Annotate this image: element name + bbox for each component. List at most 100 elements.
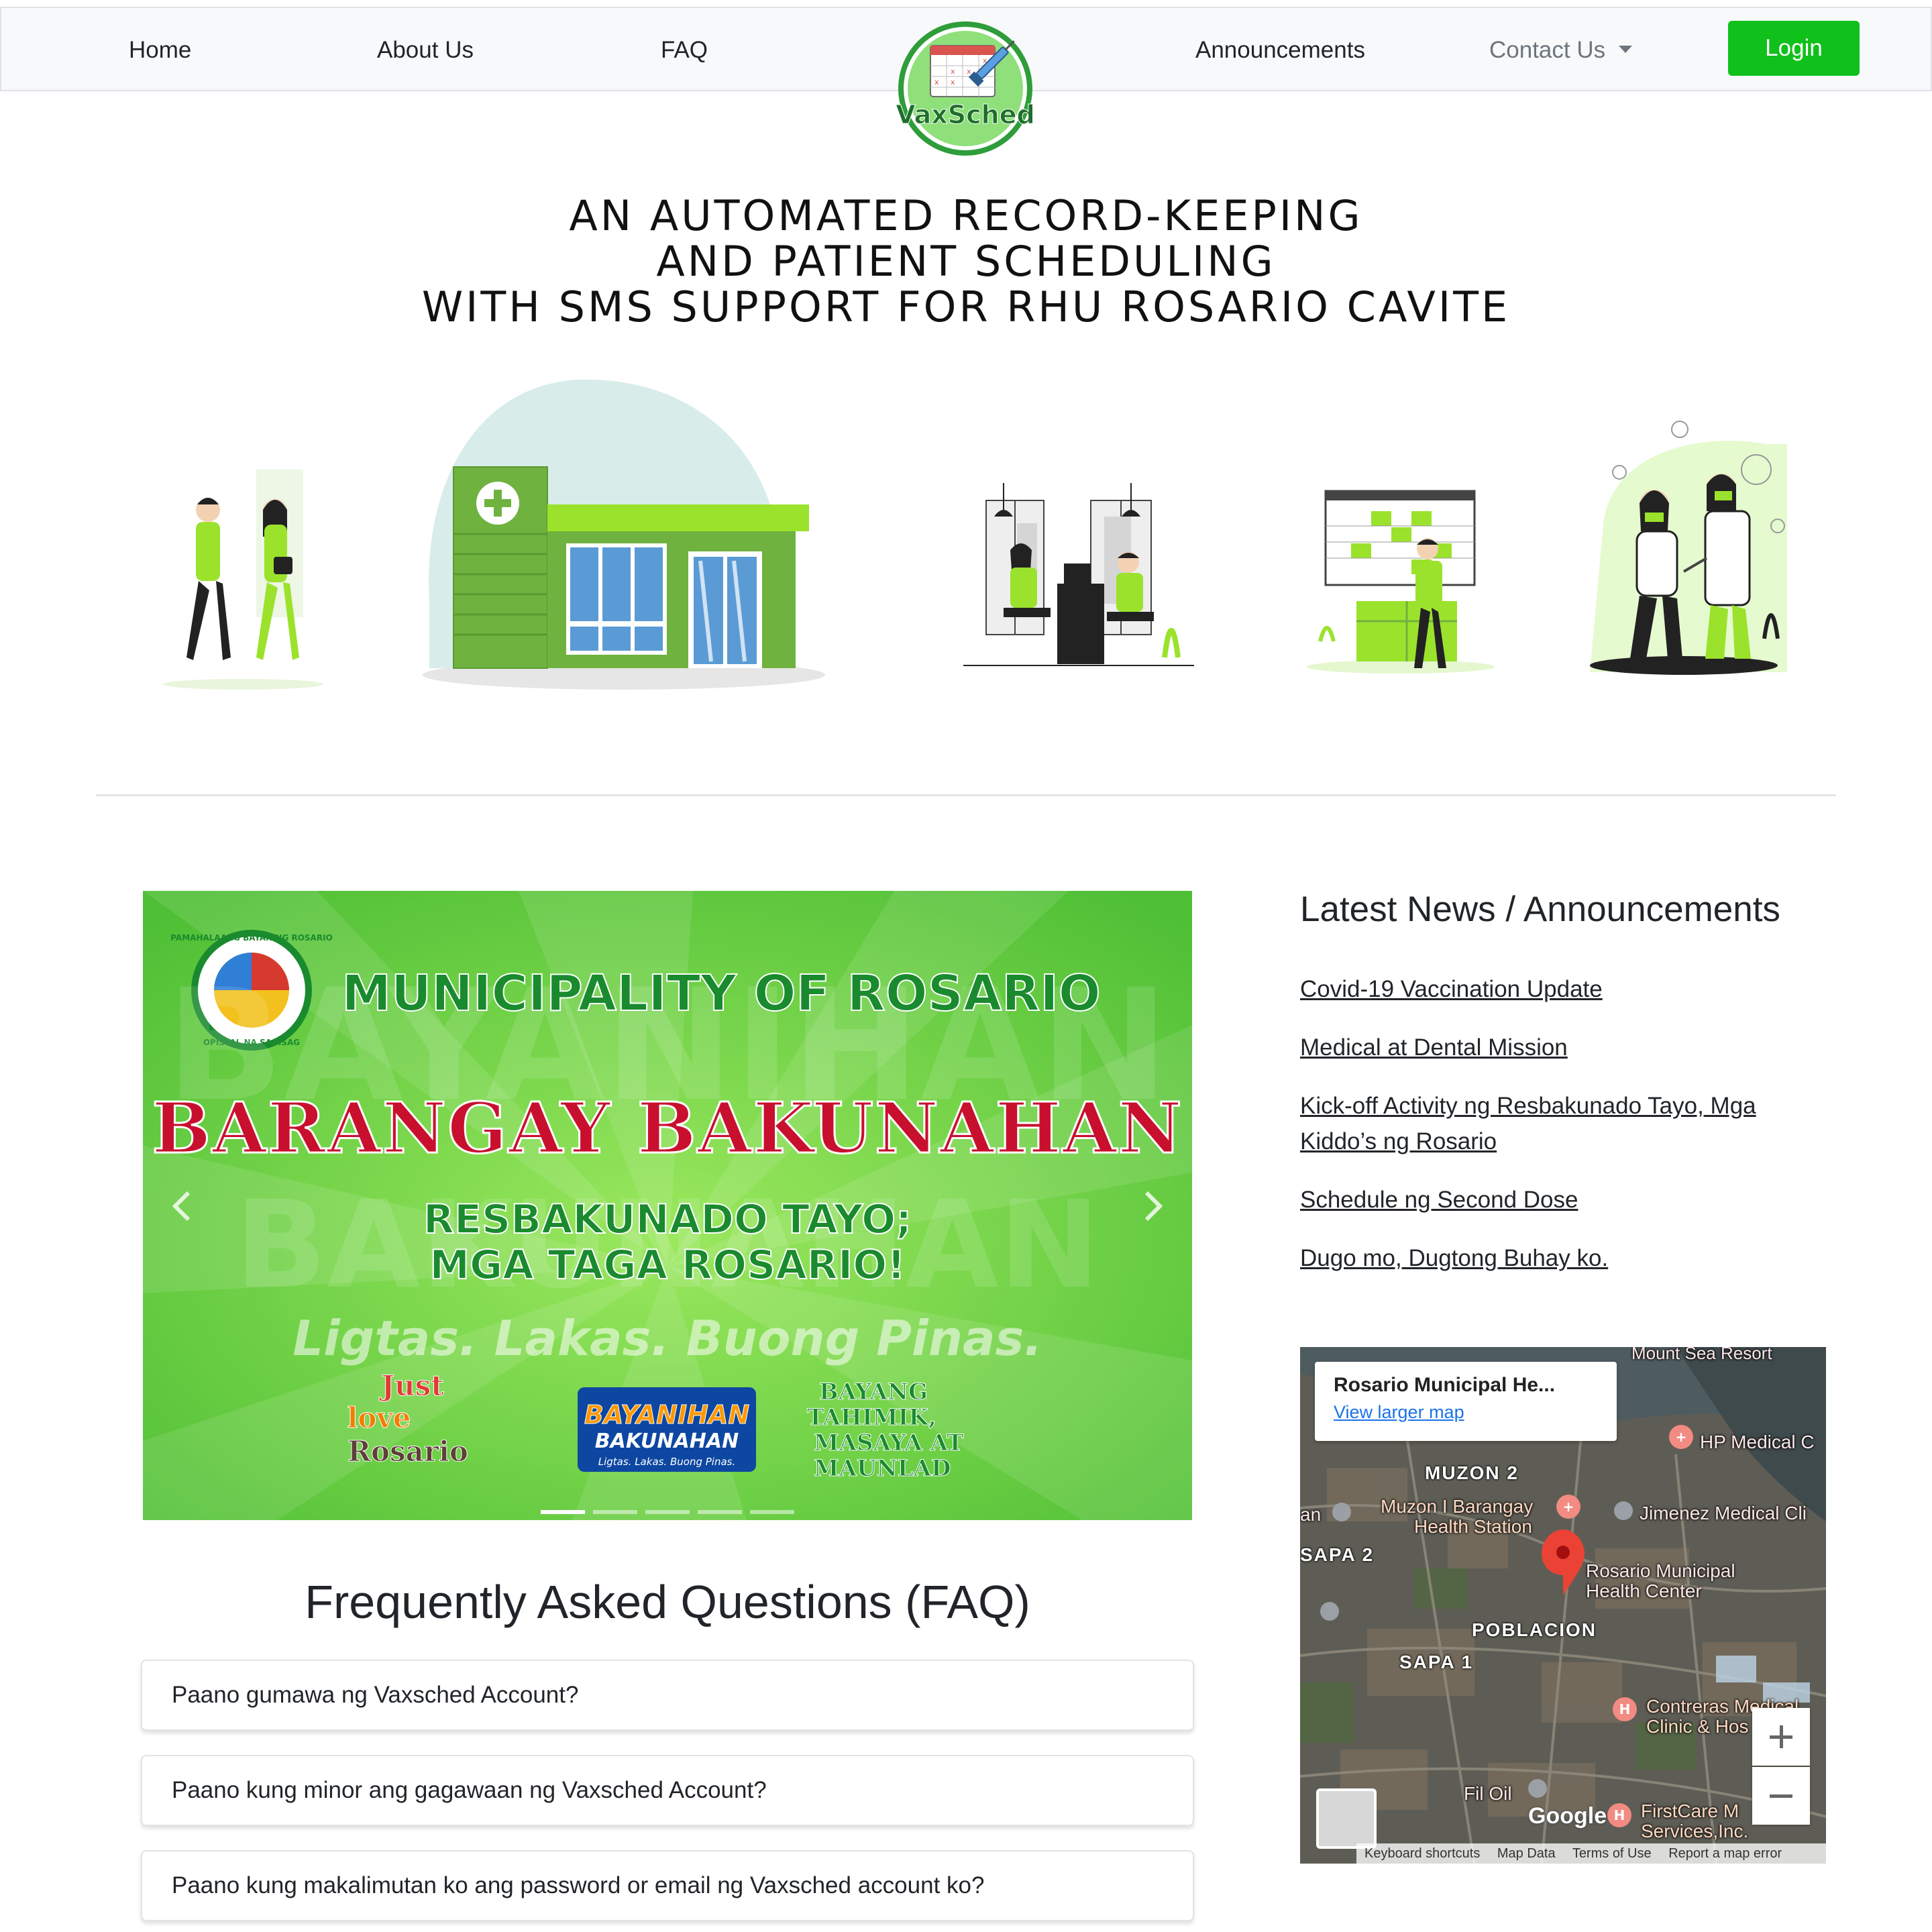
news-link-second-dose[interactable]: Schedule ng Second Dose (1300, 1187, 1578, 1213)
list-item: Medical at Dental Mission (1300, 1030, 1810, 1065)
plus-icon (1770, 1725, 1792, 1748)
nav-about-us[interactable]: About Us (377, 8, 474, 93)
list-item: Kick-off Activity ng Resbakunado Tayo, M… (1300, 1088, 1810, 1159)
section-divider (96, 794, 1836, 796)
faq-item-create-account[interactable]: Paano gumawa ng Vaxsched Account? (141, 1660, 1194, 1731)
office-workers-illustration (963, 483, 1194, 674)
map-label: Health Center (1586, 1580, 1702, 1601)
map-label: Fil Oil (1464, 1783, 1512, 1804)
badge3-line2: TAHIMIK, (807, 1404, 936, 1431)
map-label: Muzon I Barangay (1381, 1496, 1534, 1517)
svg-text:H: H (1619, 1701, 1631, 1717)
slide-sub-2: MGA TAGA ROSARIO! (429, 1242, 905, 1289)
svg-text:+: + (1563, 1499, 1574, 1515)
badge1-line2: love (347, 1401, 411, 1434)
news-link-covid-update[interactable]: Covid-19 Vaccination Update (1300, 976, 1603, 1002)
map-data-link[interactable]: Map Data (1497, 1846, 1556, 1861)
chevron-right-icon (1144, 1191, 1163, 1222)
slide-sub-1: RESBAKUNADO TAYO; (423, 1196, 912, 1243)
walking-people-illustration (156, 456, 331, 701)
news-link-medical-dental[interactable]: Medical at Dental Mission (1300, 1034, 1568, 1061)
carousel-slide-image: PAMAHALAANG BAYAN NG ROSARIO OPISYAL NA … (143, 891, 1192, 1520)
nav-contact-us-dropdown[interactable]: Contact Us (1489, 8, 1633, 93)
embedded-google-map[interactable]: + + H H Rosario Municipal He... View larger… (1300, 1347, 1826, 1864)
report-map-error-link[interactable]: Report a map error (1668, 1846, 1782, 1861)
map-label: an (1300, 1504, 1322, 1525)
carousel-indicator-4[interactable] (698, 1510, 742, 1514)
map-zoom-in-button[interactable] (1752, 1708, 1810, 1766)
svg-text:x: x (951, 67, 955, 76)
map-label: Jimenez Medical Cli (1640, 1503, 1807, 1523)
faq-item-minor-account[interactable]: Paano kung minor ang gagawaan ng Vaxsche… (141, 1755, 1194, 1826)
carousel-next-button[interactable] (1125, 1179, 1179, 1233)
google-logo: Google (1528, 1803, 1607, 1829)
bayanihan-bakunahan-badge: BAYANIHAN BAKUNAHAN Ligtas. Lakas. Buong… (578, 1387, 756, 1472)
svg-text:H: H (1614, 1807, 1625, 1823)
svg-text:x: x (934, 78, 939, 87)
hero-title: AN AUTOMATED RECORD-KEEPING AND PATIENT … (0, 193, 1932, 330)
map-label: Services,Inc. (1641, 1821, 1749, 1841)
map-label: Rosario Municipal (1586, 1560, 1735, 1581)
nav-home[interactable]: Home (129, 8, 191, 93)
badge1-line3: Rosario (347, 1435, 468, 1468)
hero-title-line-2: AND PATIENT SCHEDULING (656, 237, 1276, 286)
badge3-line4: MAUNLAD (814, 1455, 951, 1482)
map-label: Health Station (1414, 1516, 1532, 1537)
hero-title-line-1: AN AUTOMATED RECORD-KEEPING (569, 191, 1363, 240)
carousel-prev-button[interactable] (156, 1179, 210, 1233)
health-center-building-illustration (416, 379, 832, 698)
minus-icon (1770, 1794, 1792, 1798)
map-zoom-out-button[interactable] (1752, 1767, 1810, 1825)
badge2-line1: BAYANIHAN (584, 1400, 749, 1430)
logo-text: VaxSched (896, 100, 1034, 129)
announcement-carousel[interactable]: PAMAHALAANG BAYAN NG ROSARIO OPISYAL NA … (143, 891, 1192, 1520)
carousel-indicators (143, 1505, 1192, 1517)
keyboard-shortcuts-link[interactable]: Keyboard shortcuts (1364, 1846, 1480, 1861)
badge3-line3: MASAYA AT (814, 1430, 963, 1456)
slide-tagline: Ligtas. Lakas. Buong Pinas. (292, 1310, 1042, 1366)
map-info-card: Rosario Municipal He... View larger map (1315, 1362, 1617, 1441)
hero-title-line-3: WITH SMS SUPPORT FOR RHU ROSARIO CAVITE (421, 282, 1511, 331)
news-list: Covid-19 Vaccination Update Medical at D… (1300, 971, 1810, 1299)
map-place-title: Rosario Municipal He... (1334, 1374, 1556, 1396)
carousel-indicator-1[interactable] (541, 1510, 585, 1514)
slide-header: MUNICIPALITY OF ROSARIO (341, 965, 1100, 1022)
svg-text:x: x (967, 67, 971, 76)
chevron-down-icon (1619, 46, 1633, 54)
nav-contact-label: Contact Us (1489, 37, 1606, 63)
login-button[interactable]: Login (1728, 21, 1860, 76)
faq-item-forgot-password[interactable]: Paano kung makalimutan ko ang password o… (141, 1850, 1194, 1921)
seal-top-text: PAMAHALAANG BAYAN NG ROSARIO (170, 933, 333, 943)
nav-faq[interactable]: FAQ (661, 8, 708, 93)
news-link-blood-donation[interactable]: Dugo mo, Dugtong Buhay ko. (1300, 1245, 1608, 1271)
vaccination-illustration (1590, 417, 1787, 682)
vaxsched-logo[interactable]: xxxxx VaxSched (896, 19, 1035, 158)
map-label: Mount Sea Resort (1631, 1347, 1772, 1363)
map-label: Clinic & Hos (1646, 1716, 1749, 1737)
news-title: Latest News / Announcements (1300, 890, 1780, 929)
map-label: MUZON 2 (1425, 1462, 1519, 1483)
map-label: FirstCare M (1641, 1801, 1739, 1821)
badge2-line2: BAKUNAHAN (595, 1430, 739, 1453)
news-link-kickoff-activity[interactable]: Kick-off Activity ng Resbakunado Tayo, M… (1300, 1093, 1756, 1155)
map-label: HP Medical C (1700, 1432, 1815, 1452)
map-label: SAPA 2 (1300, 1544, 1375, 1565)
svg-text:+: + (1676, 1429, 1687, 1445)
badge3-line1: BAYANG (819, 1379, 928, 1405)
map-attribution-bar: Keyboard shortcuts Map Data Terms of Use… (1356, 1843, 1826, 1864)
map-label: POBLACION (1472, 1619, 1597, 1640)
list-item: Covid-19 Vaccination Update (1300, 971, 1810, 1007)
carousel-indicator-5[interactable] (750, 1510, 794, 1514)
svg-text:x: x (951, 78, 955, 87)
badge1-line1: Just (378, 1369, 444, 1402)
slide-headline: BARANGAY BAKUNAHAN (152, 1087, 1183, 1169)
nav-announcements[interactable]: Announcements (1195, 8, 1365, 93)
map-label: SAPA 1 (1399, 1652, 1474, 1672)
carousel-indicator-2[interactable] (593, 1510, 637, 1514)
list-item: Schedule ng Second Dose (1300, 1182, 1810, 1218)
calendar-planning-illustration (1307, 487, 1497, 678)
view-larger-map-link[interactable]: View larger map (1334, 1402, 1598, 1423)
carousel-indicator-3[interactable] (645, 1510, 690, 1514)
faq-title: Frequently Asked Questions (FAQ) (305, 1576, 1030, 1628)
terms-of-use-link[interactable]: Terms of Use (1572, 1846, 1652, 1861)
